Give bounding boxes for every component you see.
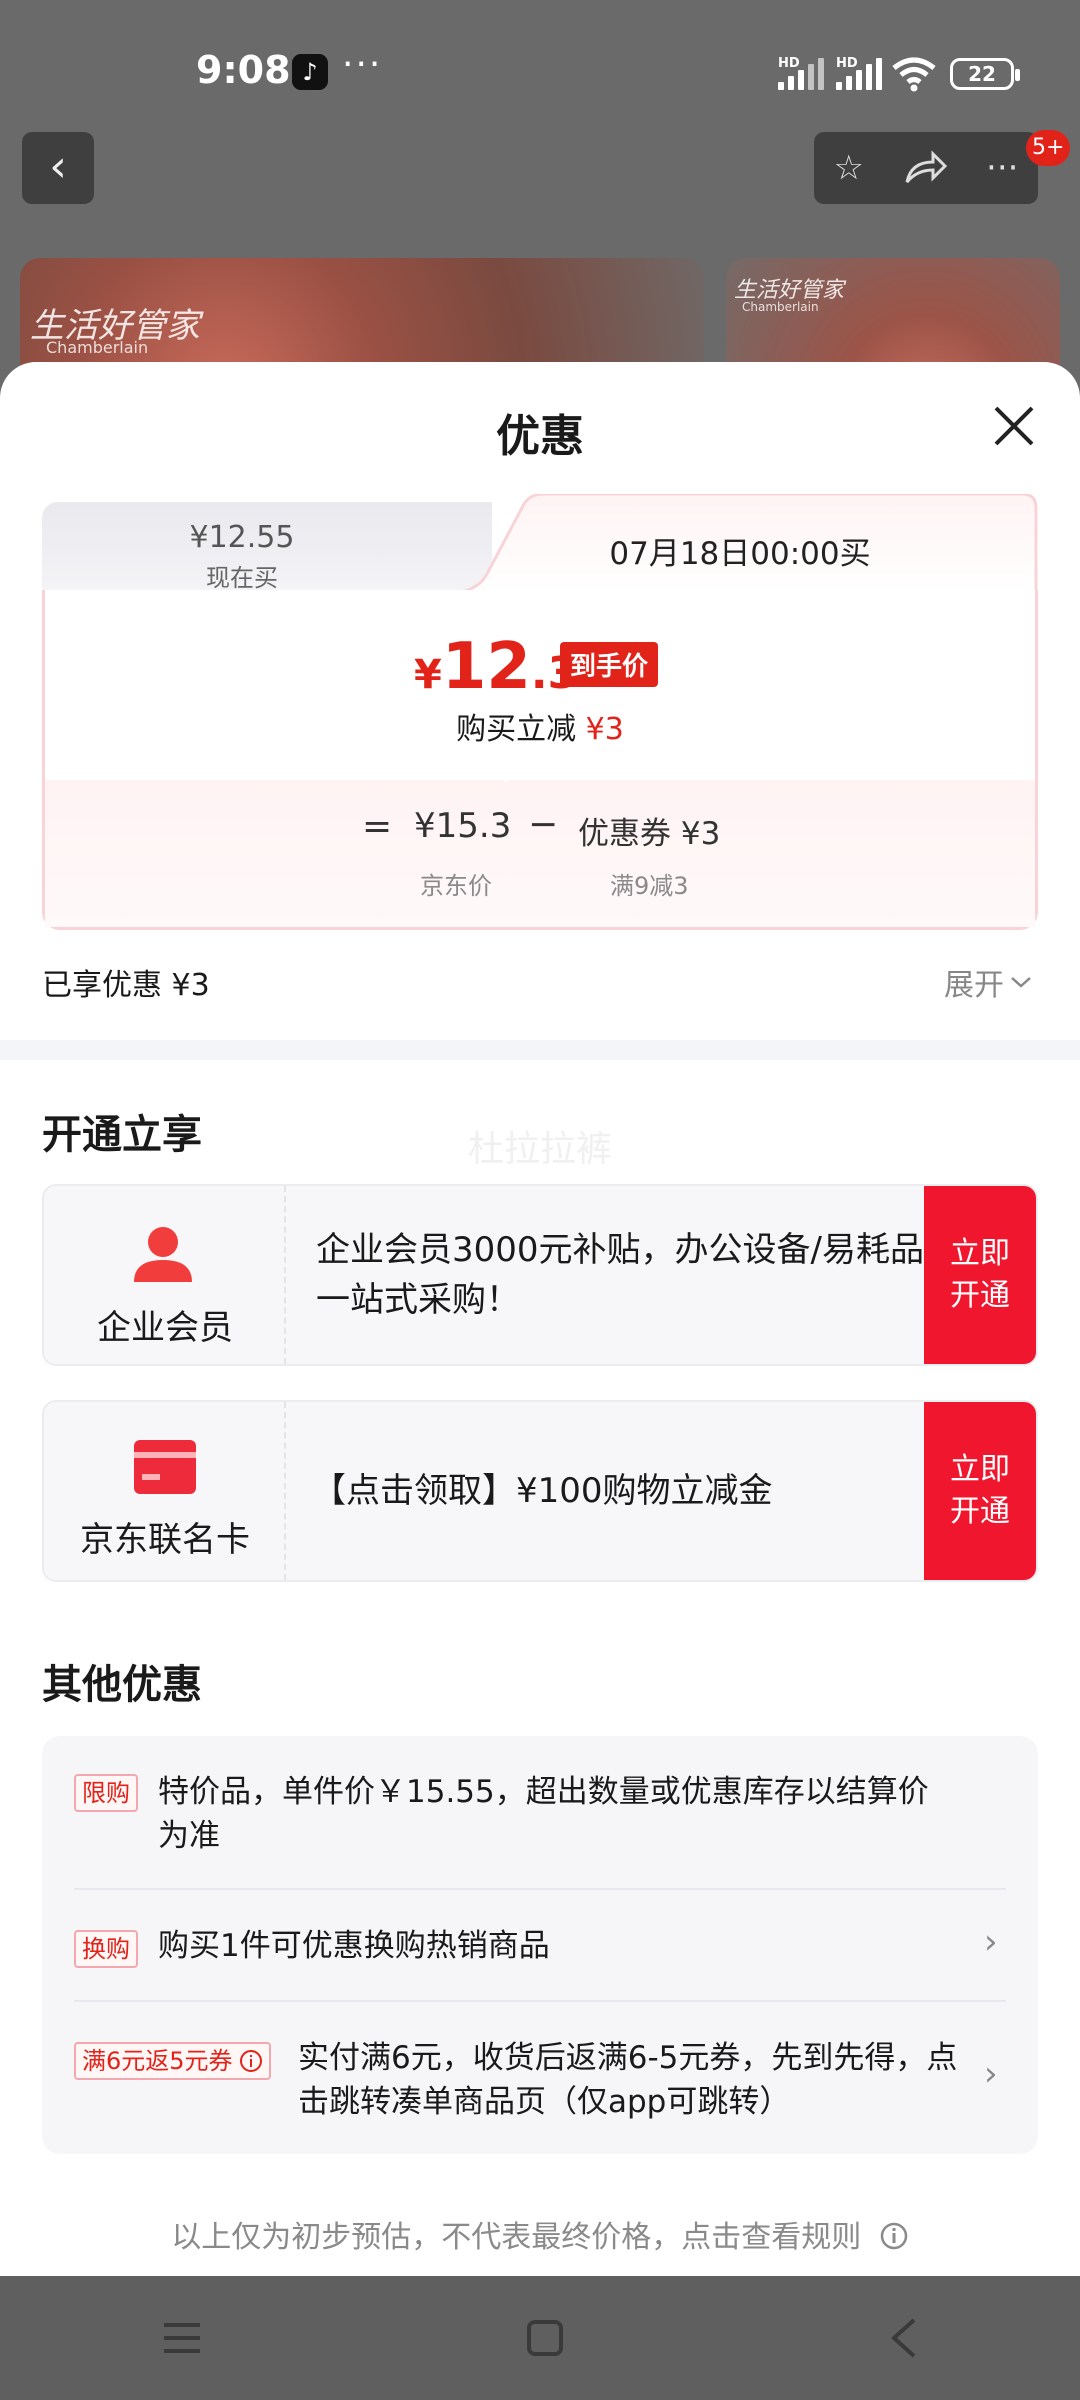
expand-label: 展开: [944, 968, 1004, 1003]
member-desc: 企业会员3000元补贴，办公设备/易耗品一站式采购！: [316, 1230, 924, 1320]
system-nav-bar: [0, 2276, 1080, 2400]
instant-reduce: 购买立减 ¥3: [0, 704, 1080, 748]
back-icon[interactable]: [888, 2318, 918, 2358]
other-item-text: 实付满6元，收货后返满6-5元券，先到先得，点击跳转凑单商品页（仅app可跳转）: [298, 2040, 958, 2120]
member-card-enterprise[interactable]: 企业会员 企业会员3000元补贴，办公设备/易耗品一站式采购！ 立即开通: [42, 1184, 1038, 1366]
currency-symbol: ¥: [414, 652, 442, 698]
member-left: 京东联名卡: [44, 1402, 286, 1580]
minus-sign: −: [528, 804, 559, 845]
info-icon[interactable]: [239, 2049, 263, 2073]
more-icon[interactable]: ···: [986, 148, 1018, 188]
member-name: 企业会员: [97, 1308, 233, 1348]
row-divider: [74, 2000, 1006, 2002]
battery-icon: 22: [950, 58, 1020, 90]
expand-button[interactable]: 展开: [944, 960, 1032, 1004]
close-icon[interactable]: [990, 402, 1038, 450]
other-item-text: 特价品，单件价￥15.55，超出数量或优惠库存以结算价为准: [158, 1774, 929, 1854]
share-icon[interactable]: [903, 150, 947, 186]
other-item-3[interactable]: 满6元返5元券: [74, 2042, 271, 2080]
equals-sign: =: [362, 806, 393, 847]
member-desc: 【点击领取】¥100购物立减金: [312, 1471, 773, 1511]
more-notifications-icon: ···: [342, 44, 383, 85]
back-button[interactable]: ‹: [22, 132, 94, 204]
member-left: 企业会员: [44, 1186, 286, 1364]
chevron-right-icon[interactable]: ›: [984, 2054, 998, 2094]
wifi-icon: [892, 57, 936, 92]
open-now-button[interactable]: 立即开通: [924, 1402, 1036, 1580]
menu-icon[interactable]: [162, 2321, 202, 2355]
other-tag: 满6元返5元券: [74, 2042, 271, 2080]
member-card-jd-card[interactable]: 京东联名卡 【点击领取】¥100购物立减金 立即开通: [42, 1400, 1038, 1582]
section-divider: [0, 1040, 1080, 1060]
chevron-right-icon[interactable]: ›: [984, 1922, 998, 1962]
member-name: 京东联名卡: [80, 1520, 250, 1560]
coupon-condition: 满9减3: [610, 872, 689, 900]
final-price-int: 12: [441, 630, 531, 704]
star-icon[interactable]: ☆: [834, 148, 864, 188]
brand-logo-sub-2: Chamberlain: [742, 300, 819, 314]
jd-price: ¥15.3: [414, 806, 512, 846]
person-icon: [134, 1227, 192, 1282]
brand-logo-sub: Chamberlain: [46, 338, 149, 357]
row-divider: [74, 1888, 1006, 1890]
chevron-down-icon: [1011, 977, 1031, 988]
info-icon[interactable]: [879, 2221, 909, 2251]
status-time: 9:08: [196, 48, 291, 92]
other-item-1: 限购: [74, 1774, 138, 1812]
watermark: 杜拉拉裤: [467, 1129, 612, 1170]
message-badge: 5+: [1026, 130, 1071, 166]
signal-icon-2: [836, 56, 882, 90]
pointer-icon: [486, 764, 526, 782]
other-tag: 换购: [74, 1930, 138, 1968]
coupon-amount: 优惠券 ¥3: [578, 816, 721, 852]
sheet-title: 优惠: [496, 411, 584, 462]
home-icon[interactable]: [526, 2319, 564, 2357]
tab-future-label: 07月18日00:00买: [609, 536, 871, 572]
other-item-text: 购买1件可优惠换购热销商品: [158, 1928, 550, 1964]
enjoyed-discount: 已享优惠 ¥3: [42, 968, 210, 1003]
tiktok-icon: ♪: [292, 54, 328, 90]
reduce-text: 购买立减: [456, 712, 577, 747]
signal-icon-1: [778, 56, 824, 90]
other-tag-label: 满6元返5元券: [82, 2047, 233, 2075]
top-toolbar: ☆ ···: [814, 132, 1038, 204]
final-price-tag: 到手价: [560, 642, 659, 687]
open-now-button[interactable]: 立即开通: [924, 1186, 1036, 1364]
other-item-2[interactable]: 换购: [74, 1930, 138, 1968]
other-section-title: 其他优惠: [42, 1662, 202, 1708]
disclaimer-text: 以上仅为初步预估，不代表最终价格，点击查看规则: [171, 2220, 862, 2255]
reduce-amount: ¥3: [585, 712, 624, 747]
disclaimer[interactable]: 以上仅为初步预估，不代表最终价格，点击查看规则: [0, 2212, 1080, 2256]
jd-price-label: 京东价: [420, 872, 492, 900]
price-breakdown-bg: [45, 780, 1035, 927]
other-tag: 限购: [74, 1774, 138, 1812]
credit-card-icon: [134, 1440, 196, 1494]
open-now-label: 立即开通: [950, 1236, 1010, 1313]
status-bar: 9:08 ♪ ··· HD HD 22: [0, 0, 1080, 140]
open-now-label: 立即开通: [950, 1452, 1010, 1529]
